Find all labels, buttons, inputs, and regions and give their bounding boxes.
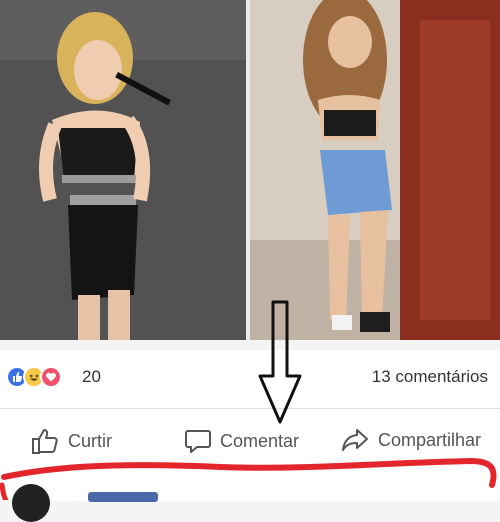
post-photo-collage (0, 0, 500, 340)
commenter-avatar[interactable] (12, 484, 50, 522)
post-action-bar: Curtir Comentar Compartilhar (0, 408, 500, 501)
share-button[interactable]: Compartilhar (340, 427, 481, 453)
comment-button-label: Comentar (220, 430, 300, 451)
commenter-name[interactable] (88, 492, 158, 502)
comment-icon (185, 430, 211, 453)
love-icon (40, 366, 62, 388)
thumbs-up-icon (32, 429, 58, 454)
comment-count[interactable]: 13 comentários (372, 367, 488, 387)
share-button-label: Compartilhar (378, 429, 482, 450)
share-arrow-icon (342, 429, 368, 451)
like-button[interactable]: Curtir (30, 427, 112, 455)
comment-button[interactable]: Comentar (184, 427, 299, 455)
reaction-icons[interactable] (6, 366, 62, 388)
post-photo-right[interactable] (250, 0, 500, 340)
reaction-count[interactable]: 20 (82, 367, 101, 387)
reactions-summary-bar: 20 13 comentários (0, 350, 500, 408)
post-photo-left[interactable] (0, 0, 246, 340)
like-button-label: Curtir (68, 430, 112, 451)
